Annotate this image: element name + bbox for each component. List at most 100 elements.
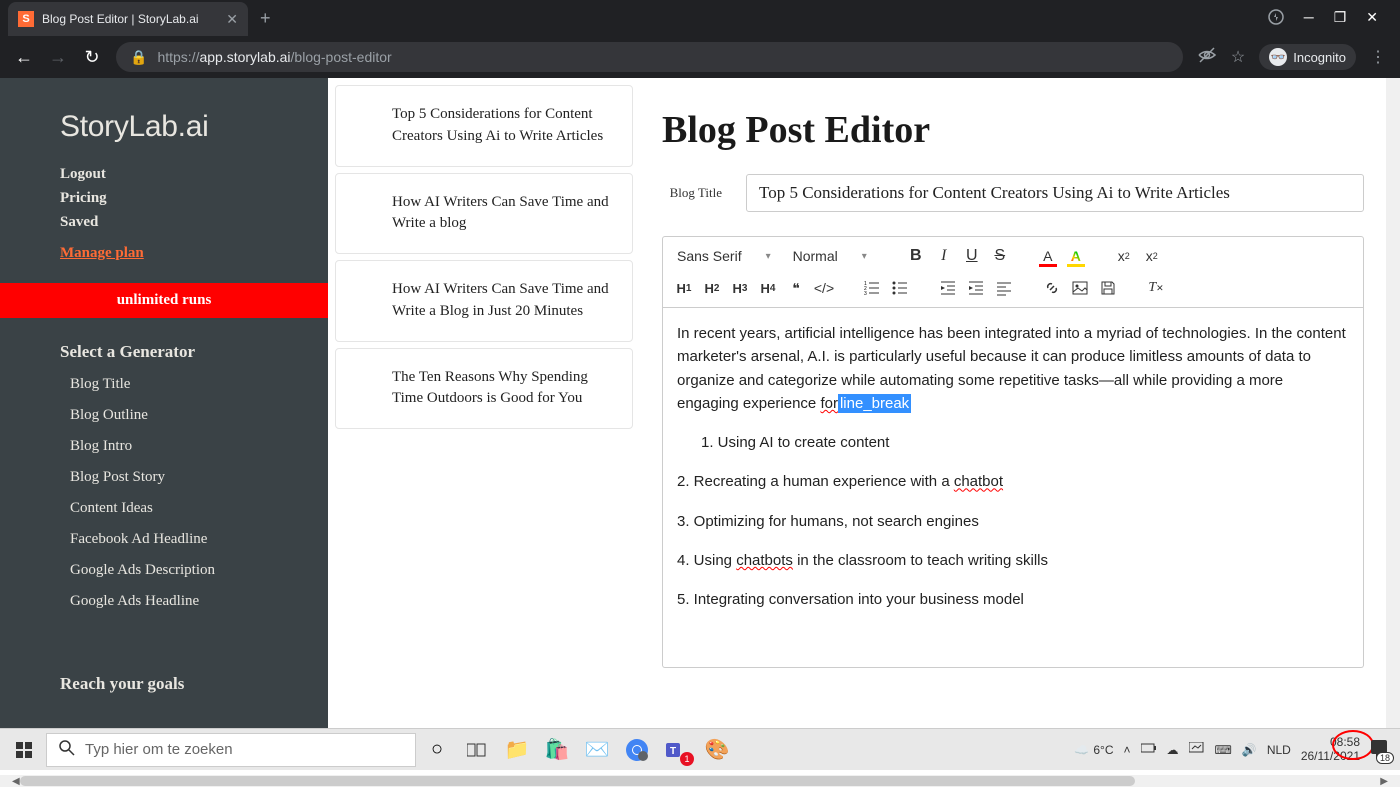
title-input[interactable] (746, 174, 1364, 212)
scroll-thumb[interactable] (20, 776, 1136, 786)
url-scheme: https:// (157, 49, 199, 65)
onedrive-icon[interactable]: ☁ (1167, 743, 1179, 757)
file-explorer-icon[interactable]: 📁 (498, 732, 536, 768)
browser-tab[interactable]: S Blog Post Editor | StoryLab.ai ✕ (8, 2, 248, 36)
highlight-button[interactable]: A (1063, 243, 1089, 269)
generator-header: Select a Generator (0, 318, 328, 376)
time: 08:58 (1301, 736, 1360, 750)
weather-widget[interactable]: ☁️ 6°C (1074, 743, 1113, 757)
link-button[interactable] (1039, 275, 1065, 301)
sidebar-link-saved[interactable]: Saved (60, 214, 328, 231)
incognito-icon: 👓 (1269, 48, 1287, 66)
battery-icon[interactable] (1141, 742, 1157, 757)
url-input[interactable]: 🔒 https://app.storylab.ai/blog-post-edit… (116, 42, 1183, 72)
underline-button[interactable]: U (959, 243, 985, 269)
reload-button[interactable]: ↻ (82, 47, 102, 68)
new-tab-button[interactable]: + (260, 8, 271, 29)
keyboard-icon[interactable]: ⌨ (1215, 743, 1232, 757)
generator-item[interactable]: Blog Post Story (70, 469, 328, 486)
temperature: 6°C (1093, 743, 1113, 757)
italic-button[interactable]: I (931, 243, 957, 269)
maximize-icon[interactable]: ❐ (1334, 9, 1347, 28)
eye-off-icon[interactable] (1197, 45, 1217, 70)
clear-format-button[interactable]: T✕ (1143, 275, 1169, 301)
generator-item[interactable]: Blog Title (70, 376, 328, 393)
forward-button[interactable]: → (48, 47, 68, 68)
language-indicator[interactable]: NLD (1267, 743, 1291, 757)
unlimited-banner: unlimited runs (0, 283, 328, 318)
minimize-icon[interactable]: ─ (1304, 9, 1314, 28)
h1-button[interactable]: H1 (671, 275, 697, 301)
strike-button[interactable]: S (987, 243, 1013, 269)
post-item[interactable]: How AI Writers Can Save Time and Write a… (335, 260, 633, 342)
superscript-button[interactable]: x2 (1111, 243, 1137, 269)
page-title: Blog Post Editor (662, 108, 1364, 152)
h3-button[interactable]: H3 (727, 275, 753, 301)
generator-item[interactable]: Google Ads Description (70, 562, 328, 579)
volume-icon[interactable]: 🔊 (1242, 743, 1257, 757)
shield-icon[interactable] (1268, 9, 1284, 28)
bold-button[interactable]: B (903, 243, 929, 269)
microsoft-store-icon[interactable]: 🛍️ (538, 732, 576, 768)
font-family-select[interactable]: Sans Serif (671, 244, 777, 268)
generator-item[interactable]: Blog Outline (70, 407, 328, 424)
post-item[interactable]: How AI Writers Can Save Time and Write a… (335, 173, 633, 255)
indent-button[interactable] (963, 275, 989, 301)
h2-button[interactable]: H2 (699, 275, 725, 301)
start-button[interactable] (4, 732, 44, 768)
horizontal-scrollbar[interactable]: ◀ ▶ (0, 775, 1400, 787)
align-button[interactable] (991, 275, 1017, 301)
quote-button[interactable]: ❝ (783, 275, 809, 301)
star-icon[interactable]: ☆ (1231, 47, 1245, 67)
sidebar-link-manage-plan[interactable]: Manage plan (60, 245, 328, 262)
teams-icon[interactable]: T 1 (658, 732, 696, 768)
h4-button[interactable]: H4 (755, 275, 781, 301)
back-button[interactable]: ← (14, 47, 34, 68)
tab-title: Blog Post Editor | StoryLab.ai (42, 12, 199, 26)
ordered-list-button[interactable]: 123 (859, 275, 885, 301)
generator-item[interactable]: Facebook Ad Headline (70, 531, 328, 548)
editor-scrollbar[interactable] (1386, 78, 1400, 728)
chevron-up-icon[interactable]: ˄ (1124, 743, 1131, 757)
generator-item[interactable]: Blog Intro (70, 438, 328, 455)
post-item[interactable]: The Ten Reasons Why Spending Time Outdoo… (335, 348, 633, 430)
body-text-for: for (820, 395, 838, 412)
sync-icon[interactable] (1189, 742, 1205, 757)
clock[interactable]: 08:58 26/11/2021 (1301, 736, 1360, 764)
svg-text:1: 1 (864, 281, 867, 287)
font-size-select[interactable]: Normal (787, 244, 873, 268)
editor-content[interactable]: In recent years, artificial intelligence… (662, 308, 1364, 668)
chrome-icon[interactable] (618, 732, 656, 768)
svg-text:T: T (670, 746, 676, 757)
mail-icon[interactable]: ✉️ (578, 732, 616, 768)
code-button[interactable]: </> (811, 275, 837, 301)
menu-icon[interactable]: ⋮ (1370, 47, 1386, 67)
svg-text:3: 3 (864, 291, 867, 296)
os-taskbar: Typ hier om te zoeken ○ 📁 🛍️ ✉️ T 1 🎨 ☁️… (0, 728, 1400, 770)
save-button[interactable] (1095, 275, 1121, 301)
task-view-icon[interactable] (458, 732, 496, 768)
paint-icon[interactable]: 🎨 (698, 732, 736, 768)
scroll-right-icon[interactable]: ▶ (1380, 776, 1388, 787)
incognito-label: Incognito (1293, 50, 1346, 65)
sidebar-link-logout[interactable]: Logout (60, 166, 328, 183)
outdent-button[interactable] (935, 275, 961, 301)
sidebar-link-pricing[interactable]: Pricing (60, 190, 328, 207)
cortana-icon[interactable]: ○ (418, 732, 456, 768)
bullet-list-button[interactable] (887, 275, 913, 301)
post-item[interactable]: Top 5 Considerations for Content Creator… (335, 85, 633, 167)
browser-chrome: S Blog Post Editor | StoryLab.ai ✕ + ─ ❐… (0, 0, 1400, 78)
window-controls: ─ ❐ ✕ (1268, 9, 1392, 28)
close-tab-icon[interactable]: ✕ (226, 11, 238, 28)
subscript-button[interactable]: x2 (1139, 243, 1165, 269)
os-search-input[interactable]: Typ hier om te zoeken (46, 733, 416, 767)
posts-column[interactable]: Top 5 Considerations for Content Creator… (328, 78, 640, 728)
generator-item[interactable]: Content Ideas (70, 500, 328, 517)
generator-item[interactable]: Google Ads Headline (70, 593, 328, 610)
search-placeholder: Typ hier om te zoeken (85, 741, 233, 758)
notification-icon[interactable]: 18 (1370, 739, 1388, 760)
close-window-icon[interactable]: ✕ (1366, 9, 1378, 28)
image-button[interactable] (1067, 275, 1093, 301)
scroll-left-icon[interactable]: ◀ (12, 776, 20, 787)
text-color-button[interactable]: A (1035, 243, 1061, 269)
